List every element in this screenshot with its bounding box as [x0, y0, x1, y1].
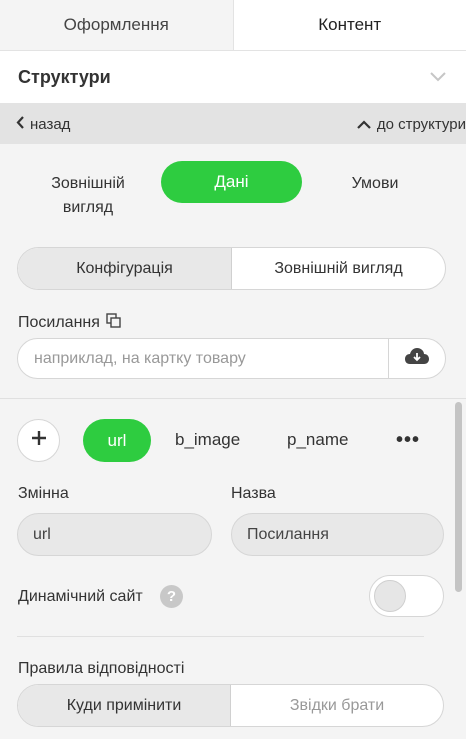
add-variable-button[interactable] — [17, 419, 60, 462]
divider — [17, 636, 424, 637]
rules-switch: Куди примінити Звідки брати — [17, 684, 444, 727]
chevron-up-icon — [357, 116, 371, 133]
help-icon[interactable]: ? — [160, 585, 183, 608]
up-label: до структури — [376, 115, 466, 133]
dynamic-site-toggle[interactable] — [369, 575, 444, 617]
link-label-row: Посилання — [18, 313, 121, 333]
rules-apply-to[interactable]: Куди примінити — [18, 685, 231, 726]
section-title: Структури — [18, 66, 111, 87]
structures-header[interactable]: Структури — [0, 51, 466, 104]
copy-icon[interactable] — [106, 313, 121, 333]
mode-appearance[interactable]: Зовнішній вигляд — [38, 172, 138, 220]
mode-appearance-line2: вигляд — [62, 199, 114, 216]
tab-design[interactable]: Оформлення — [0, 0, 234, 50]
subtab-config[interactable]: Конфігурація — [18, 248, 232, 289]
mode-appearance-line1: Зовнішній — [51, 175, 125, 192]
mode-conditions[interactable]: Умови — [330, 172, 420, 196]
panel-tabs: Оформлення Контент — [0, 0, 466, 51]
up-to-structure-link[interactable]: до структури — [357, 116, 466, 133]
variable-chip-url[interactable]: url — [83, 419, 151, 462]
subtab-appearance[interactable]: Зовнішній вигляд — [232, 248, 445, 289]
more-variables-button[interactable]: ••• — [396, 430, 420, 450]
subtab-switch: Конфігурація Зовнішній вигляд — [17, 247, 446, 290]
link-input[interactable] — [18, 339, 388, 378]
mode-switch: Зовнішній вигляд Дані Умови — [0, 161, 466, 221]
variable-title-label: Назва — [231, 485, 276, 502]
plus-icon — [31, 430, 47, 451]
chevron-down-icon[interactable] — [428, 67, 448, 87]
navigation-bar: назад до структури — [0, 104, 466, 144]
variable-chip-p-name[interactable]: p_name — [287, 430, 348, 450]
toggle-knob — [374, 580, 406, 612]
cloud-download-icon — [404, 347, 430, 370]
divider — [0, 398, 466, 399]
back-link[interactable]: назад — [16, 116, 70, 133]
cloud-download-button[interactable] — [388, 339, 445, 378]
variable-chip-b-image[interactable]: b_image — [175, 430, 240, 450]
variables-bar: url b_image p_name ••• — [0, 416, 466, 466]
variable-title-field[interactable]: Посилання — [231, 513, 444, 556]
back-label: назад — [30, 115, 71, 133]
variable-name-label: Змінна — [18, 485, 69, 502]
rules-source[interactable]: Звідки брати — [231, 685, 443, 726]
mode-data[interactable]: Дані — [161, 161, 302, 203]
link-label: Посилання — [18, 314, 100, 331]
dynamic-site-label: Динамічний сайт — [18, 588, 143, 605]
chevron-left-icon — [16, 115, 24, 133]
rules-label: Правила відповідності — [18, 660, 185, 677]
tab-content[interactable]: Контент — [233, 0, 466, 50]
link-field — [17, 338, 446, 379]
scrollbar[interactable] — [455, 402, 462, 592]
variable-name-field[interactable]: url — [17, 513, 212, 556]
